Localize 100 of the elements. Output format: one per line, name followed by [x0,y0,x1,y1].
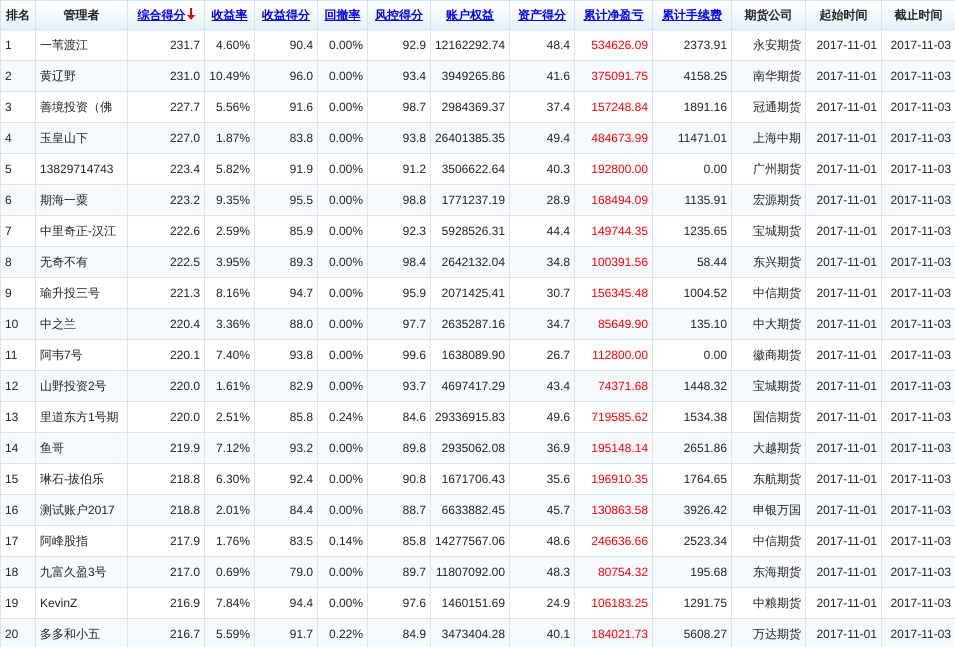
column-header: 期货公司 [744,8,792,22]
table-cell: 220.0 [170,410,200,424]
table-cell: 40.1 [546,627,570,641]
table-cell: 8 [5,255,12,269]
table-cell: 7 [5,224,12,238]
table-cell: 218.8 [170,503,200,517]
table-cell: 1448.32 [684,379,727,393]
table-cell: 534626.09 [591,38,648,52]
table-cell: 222.5 [170,255,200,269]
table-cell: 85.8 [402,534,426,548]
table-cell: 2642132.04 [442,255,505,269]
table-cell: 5.59% [216,627,250,641]
table-cell: 222.6 [170,224,200,238]
table-cell: 1534.38 [684,410,727,424]
table-cell: 7.84% [216,596,250,610]
table-cell: 9.35% [216,193,250,207]
table-cell: 135.10 [690,317,727,331]
table-cell: 7.12% [216,441,250,455]
table-cell: 484673.99 [591,131,648,145]
column-header: 管理者 [64,8,100,22]
table-cell: 74371.68 [598,379,648,393]
table-cell: 山野投资2号 [40,379,107,393]
table-cell: 2.59% [216,224,250,238]
table-cell: 2017-11-01 [816,131,877,145]
table-cell: 45.7 [546,503,570,517]
table-cell: 多多和小五 [40,627,100,641]
table-cell: KevinZ [40,596,78,610]
table-cell: 96.0 [290,69,313,83]
table-cell: 217.9 [170,534,200,548]
table-cell: 上海中期 [753,131,801,145]
table-cell: 44.4 [546,224,570,238]
table-cell: 0.00 [704,162,727,176]
table-cell: 一苇渡江 [40,38,88,52]
table-cell: 0.00% [328,441,363,455]
table-cell: 2017-11-03 [890,38,951,52]
table-cell: 18 [5,565,18,579]
table-cell: 2017-11-01 [816,69,877,83]
table-cell: 10 [5,317,18,331]
table-cell: 40.3 [546,162,570,176]
table-cell: 246636.66 [591,534,648,548]
table-cell: 3926.42 [684,503,727,517]
table-cell: 2017-11-01 [816,534,877,548]
table-cell: 2017-11-01 [816,410,877,424]
table-cell: 0.00% [328,286,363,300]
table-cell: 冠通期货 [753,100,801,114]
table-cell: 2071425.41 [442,286,505,300]
table-cell: 91.2 [402,162,426,176]
table-cell: 12162292.74 [435,38,506,52]
table-cell: 3949265.86 [442,69,505,83]
table-cell: 95.9 [402,286,426,300]
table-cell: 48.4 [546,38,570,52]
column-header: 排名 [6,8,30,22]
table-cell: 1638089.90 [442,348,505,362]
table-cell: 东兴期货 [753,255,801,269]
table-cell: 217.0 [170,565,200,579]
table-cell: 98.4 [402,255,426,269]
table-cell: 2017-11-03 [890,286,951,300]
table-cell: 2017-11-01 [816,286,877,300]
table-cell: 琳石-拔伯乐 [40,472,104,486]
table-cell: 3 [5,100,12,114]
table-cell: 测试账户2017 [40,503,115,517]
table-cell: 2017-11-03 [890,131,951,145]
table-cell: 3473404.28 [442,627,505,641]
table-cell: 58.44 [696,255,727,269]
table-cell: 91.9 [290,162,313,176]
table-cell: 2017-11-03 [890,255,951,269]
table-cell: 41.6 [546,69,570,83]
table-cell: 1 [5,38,12,52]
table-cell: 89.8 [402,441,426,455]
table-cell: 168494.09 [591,193,648,207]
table-cell: 永安期货 [753,38,801,52]
table-cell: 2984369.37 [442,100,505,114]
table-cell: 2017-11-01 [816,627,877,641]
table-cell: 中信期货 [753,286,801,300]
table-cell: 24.9 [546,596,570,610]
table-cell: 85649.90 [598,317,648,331]
table-cell: 34.7 [546,317,570,331]
table-cell: 2935062.08 [442,441,505,455]
table-cell: 4158.25 [684,69,727,83]
table-cell: 91.6 [290,100,313,114]
table-cell: 223.2 [170,193,200,207]
table-cell: 申银万国 [753,503,801,517]
table-cell: 黄辽野 [40,69,76,83]
table-cell: 220.4 [170,317,200,331]
table-cell: 37.4 [546,100,570,114]
table-cell: 2017-11-03 [890,69,951,83]
table-cell: 中粮期货 [753,596,801,610]
table-cell: 192800.00 [591,162,648,176]
table-cell: 89.3 [290,255,313,269]
table-cell: 98.7 [402,100,426,114]
table-cell: 2017-11-03 [890,627,951,641]
table-cell: 220.1 [170,348,200,362]
table-cell: 宝城期货 [753,224,801,238]
table-cell: 3.95% [216,255,250,269]
table-cell: 0.00 [704,348,727,362]
table-cell: 1771237.19 [442,193,505,207]
table-cell: 30.7 [546,286,570,300]
table-cell: 0.24% [328,410,363,424]
table-cell: 阿峰股指 [40,534,88,548]
table-cell: 156345.48 [591,286,648,300]
